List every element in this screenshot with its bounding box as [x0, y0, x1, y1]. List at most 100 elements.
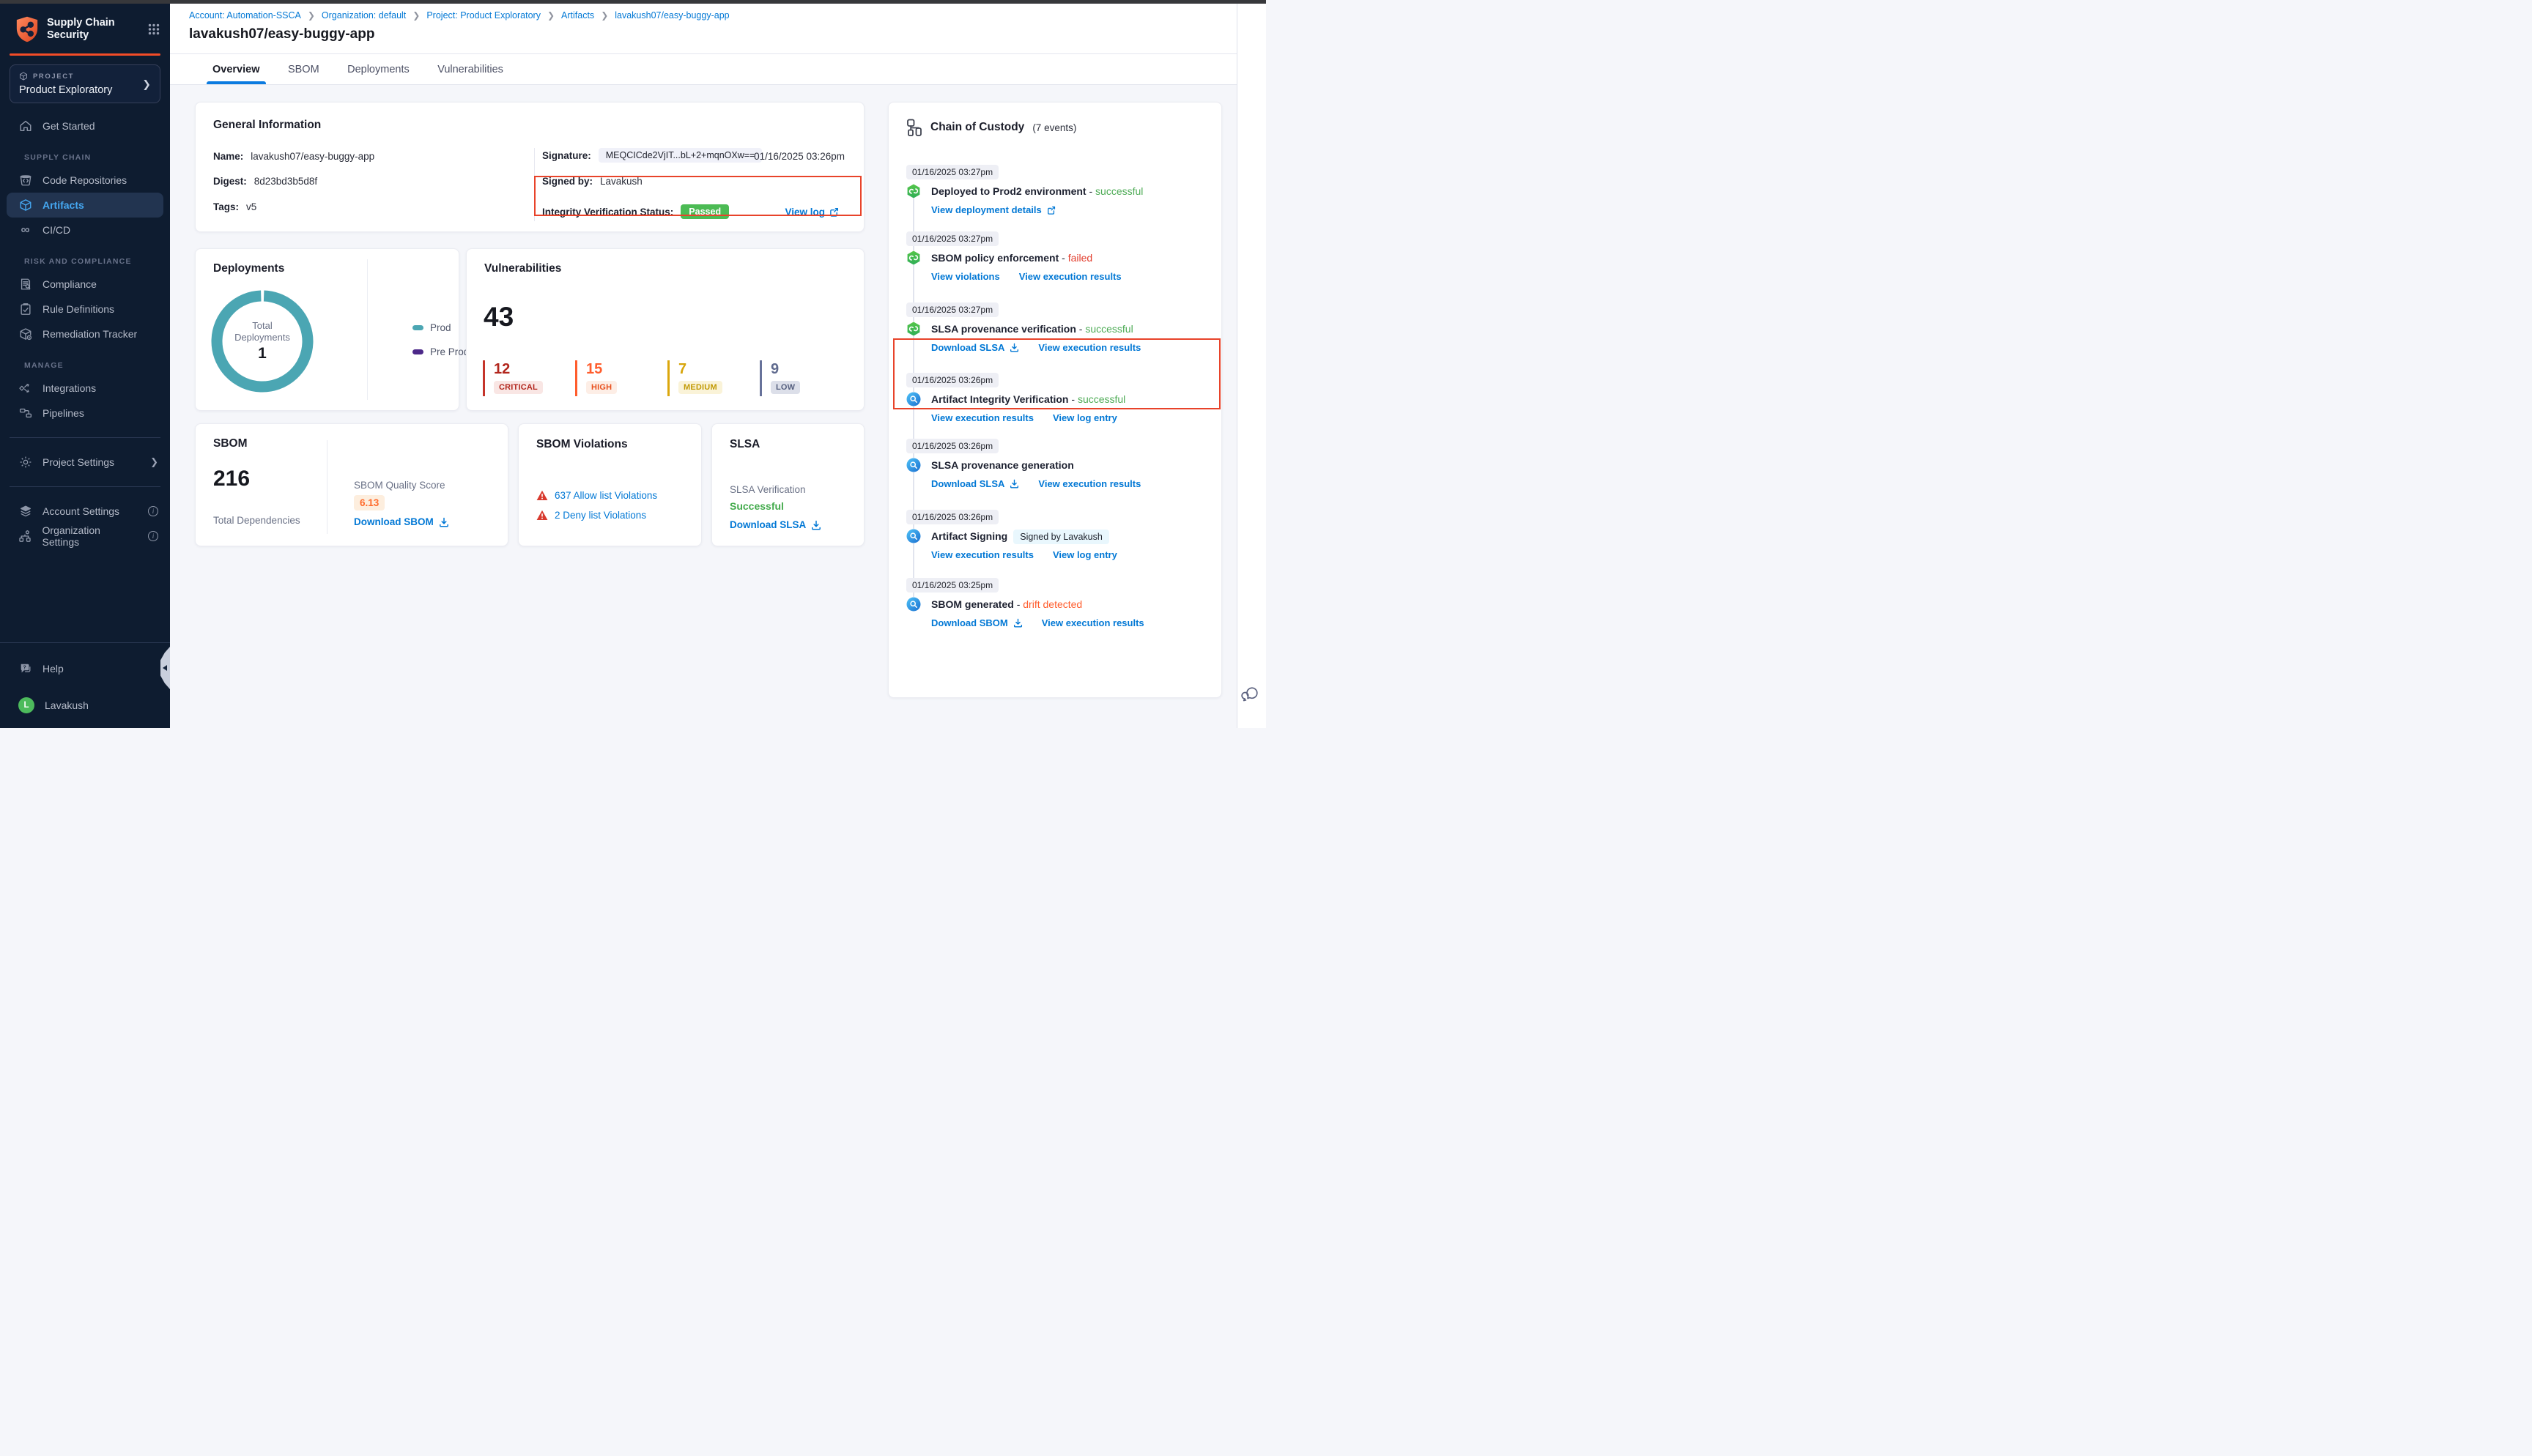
event-timestamp: 01/16/2025 03:25pm: [906, 578, 999, 593]
sidebar-footer: ? Help L Lavakush: [0, 642, 170, 728]
event-timeline: 01/16/2025 03:27pm Deployed to Prod2 env…: [906, 103, 1207, 697]
event-title: SLSA provenance verification: [931, 323, 1076, 335]
sidebar-item-help[interactable]: ? Help: [0, 656, 170, 681]
sidebar-item-pipelines[interactable]: Pipelines: [0, 401, 170, 426]
view-execution-results-link[interactable]: View execution results: [931, 412, 1034, 423]
sidebar-item-code-repositories[interactable]: Code Repositories: [0, 168, 170, 193]
event-timestamp: 01/16/2025 03:27pm: [906, 165, 999, 179]
card-title: General Information: [213, 119, 321, 132]
deny-list-violations-row: 2 Deny list Violations: [536, 510, 646, 521]
module-grid-icon[interactable]: [148, 23, 160, 35]
sidebar-nav: Get Started SUPPLY CHAIN Code Repositori…: [0, 114, 170, 549]
tab-deployments[interactable]: Deployments: [347, 54, 410, 84]
app-title: Supply Chain Security: [47, 17, 148, 42]
sidebar-section-risk: RISK AND COMPLIANCE: [0, 257, 170, 266]
tab-vulnerabilities[interactable]: Vulnerabilities: [437, 54, 503, 84]
sidebar: Supply Chain Security PROJECT Product Ex…: [0, 4, 170, 728]
sbom-quality-score-value: 6.13: [354, 495, 385, 510]
event-status: drift detected: [1017, 598, 1083, 610]
breadcrumb-current[interactable]: lavakush07/easy-buggy-app: [615, 10, 729, 21]
sidebar-item-project-settings[interactable]: Project Settings ❯: [0, 450, 170, 475]
donut-center-label: Total Deployments: [234, 320, 290, 343]
breadcrumb-organization[interactable]: Organization: default: [322, 10, 406, 21]
download-sbom-link[interactable]: Download SBOM: [931, 617, 1023, 628]
download-slsa-link[interactable]: Download SLSA: [931, 342, 1019, 353]
donut-legend: Prod 1 Pre Prod 0: [412, 322, 449, 371]
collapse-arrow-icon: [163, 665, 167, 671]
sidebar-item-label: Project Settings: [42, 456, 114, 468]
sbom-quality-score-label: SBOM Quality Score: [354, 480, 445, 491]
rule-definitions-icon: [18, 302, 32, 316]
breadcrumb-separator: ❯: [308, 10, 315, 21]
brand-accent-rule: [10, 53, 160, 56]
compliance-icon: [18, 278, 32, 291]
download-sbom-link[interactable]: Download SBOM: [354, 516, 449, 527]
signature-value-chip: MEQCICde2VjIT...bL+2+mqnOXw==: [599, 148, 763, 163]
allow-list-violations-link[interactable]: 637 Allow list Violations: [555, 490, 657, 501]
deployments-donut-chart: Total Deployments 1: [211, 290, 314, 393]
view-execution-results-link[interactable]: View execution results: [931, 549, 1034, 560]
view-violations-link[interactable]: View violations: [931, 271, 1000, 282]
integrations-icon: [18, 382, 32, 395]
digest-label: Digest:: [213, 176, 247, 187]
severity-critical: 12 CRITICAL: [483, 360, 575, 396]
integrity-status-label: Integrity Verification Status:: [542, 207, 673, 218]
tab-bar: Overview SBOM Deployments Vulnerabilitie…: [170, 54, 1237, 85]
event-title: Deployed to Prod2 environment: [931, 185, 1087, 197]
event-title: Artifact Integrity Verification: [931, 393, 1068, 405]
pipeline-event-icon: [906, 250, 921, 265]
view-execution-results-link[interactable]: View execution results: [1038, 478, 1141, 489]
event-timestamp: 01/16/2025 03:26pm: [906, 510, 999, 524]
severity-badge: MEDIUM: [678, 381, 722, 394]
project-selector[interactable]: PROJECT Product Exploratory ❯: [10, 64, 160, 103]
name-label: Name:: [213, 151, 243, 162]
sidebar-item-label: Help: [42, 663, 64, 675]
signature-label: Signature:: [542, 150, 591, 161]
card-title: SBOM: [213, 437, 248, 450]
view-execution-results-link[interactable]: View execution results: [1042, 617, 1144, 628]
tab-sbom[interactable]: SBOM: [288, 54, 319, 84]
sidebar-item-get-started[interactable]: Get Started: [0, 114, 170, 138]
deny-list-violations-link[interactable]: 2 Deny list Violations: [555, 510, 646, 521]
sidebar-item-artifacts[interactable]: Artifacts: [7, 193, 163, 218]
view-log-entry-link[interactable]: View log entry: [1053, 412, 1117, 423]
sbom-card: SBOM 216 Total Dependencies SBOM Quality…: [195, 423, 508, 546]
sidebar-item-organization-settings[interactable]: Organization Settings i: [0, 524, 170, 549]
timeline-event: 01/16/2025 03:27pm SLSA provenance verif…: [906, 302, 1207, 317]
download-slsa-link[interactable]: Download SLSA: [931, 478, 1019, 489]
window-top-strip: [0, 0, 1266, 4]
external-link-icon: [829, 207, 839, 217]
sidebar-item-account-settings[interactable]: Account Settings i: [0, 499, 170, 524]
sidebar-item-label: Get Started: [42, 120, 95, 132]
sidebar-item-integrations[interactable]: Integrations: [0, 376, 170, 401]
breadcrumb-account[interactable]: Account: Automation-SSCA: [189, 10, 301, 21]
timeline-event: 01/16/2025 03:27pm Deployed to Prod2 env…: [906, 165, 1207, 179]
view-execution-results-link[interactable]: View execution results: [1038, 342, 1141, 353]
sidebar-item-rule-definitions[interactable]: Rule Definitions: [0, 297, 170, 322]
view-execution-results-link[interactable]: View execution results: [1019, 271, 1122, 282]
scan-event-icon: [906, 458, 921, 472]
sidebar-item-compliance[interactable]: Compliance: [0, 272, 170, 297]
event-status: successful: [1071, 393, 1125, 405]
info-icon: i: [148, 531, 158, 541]
event-timestamp: 01/16/2025 03:26pm: [906, 439, 999, 453]
severity-medium: 7 MEDIUM: [667, 360, 760, 396]
chat-bubbles-icon[interactable]: [1241, 685, 1261, 705]
view-log-entry-link[interactable]: View log entry: [1053, 549, 1117, 560]
card-title: Deployments: [213, 262, 284, 275]
sidebar-item-label: Compliance: [42, 278, 97, 290]
sidebar-item-cicd[interactable]: ∞ CI/CD: [0, 218, 170, 242]
view-log-link[interactable]: View log: [785, 207, 839, 218]
main-content: General Information Name: lavakush07/eas…: [170, 85, 1237, 728]
digest-value: 8d23bd3b5d8f: [254, 176, 317, 187]
breadcrumb-project[interactable]: Project: Product Exploratory: [426, 10, 541, 21]
sidebar-item-remediation-tracker[interactable]: Remediation Tracker: [0, 322, 170, 346]
tab-overview[interactable]: Overview: [212, 54, 260, 84]
sidebar-item-user[interactable]: L Lavakush: [0, 693, 170, 718]
download-slsa-link[interactable]: Download SLSA: [730, 519, 821, 530]
severity-badge: LOW: [771, 381, 800, 394]
event-status: successful: [1079, 323, 1133, 335]
timeline-event: 01/16/2025 03:26pm Artifact SigningSigne…: [906, 510, 1207, 524]
view-deployment-details-link[interactable]: View deployment details: [931, 204, 1056, 215]
breadcrumb-artifacts[interactable]: Artifacts: [561, 10, 594, 21]
